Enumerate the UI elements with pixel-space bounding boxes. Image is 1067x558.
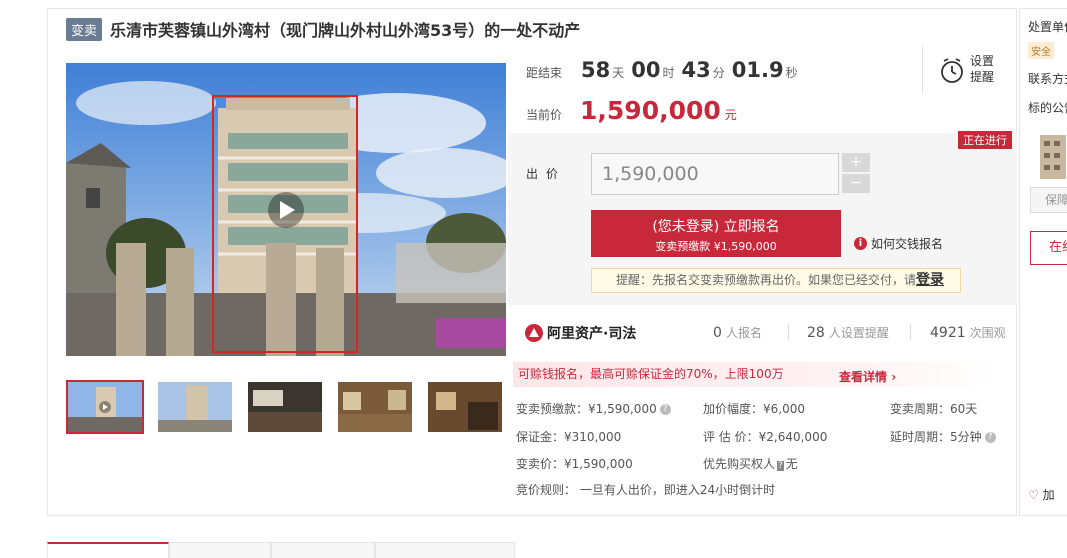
disposal-unit-label: 处置单位 (1028, 20, 1067, 34)
platform-logo: 阿里资产·司法 (524, 323, 636, 343)
set-reminder-label[interactable]: 设置 提醒 (970, 53, 1000, 85)
countdown: 距结束 58 天 00 时 43 分 01.9 秒 (526, 58, 802, 82)
thumbnail-2[interactable] (156, 380, 234, 434)
detail-delay-text: 延时周期：5分钟 (890, 430, 982, 444)
how-to-pay-link[interactable]: i 如何交钱报名 (854, 235, 943, 252)
current-price-value: 1,590,000 (580, 96, 721, 125)
stat-signups-unit: 人报名 (725, 326, 762, 340)
building-thumbnail (1036, 131, 1067, 182)
detail-period: 变卖周期：60天 (890, 402, 978, 416)
notice-text: 提醒：先报名交变卖预缴款再出价。如果您已经交付，请 (616, 273, 917, 287)
clock-icon[interactable] (940, 58, 964, 87)
thumbnail-strip (66, 380, 516, 434)
priority-help-badge[interactable]: ? (777, 461, 784, 471)
login-link[interactable]: 登录 (916, 272, 944, 288)
announcement-label[interactable]: 标的公告 (1028, 99, 1067, 116)
divider (788, 324, 789, 340)
detail-rules: 竞价规则： 一旦有人出价，即进入24小时倒计时 (516, 483, 776, 497)
register-button-deposit: 变卖预缴款 ¥1,590,000 (655, 240, 777, 253)
stat-signups-num: 0 (713, 325, 722, 341)
stat-signups: 0 人报名 (713, 324, 762, 341)
view-details-link[interactable]: 查看详情 › (839, 368, 896, 385)
help-icon[interactable]: ? (984, 432, 996, 443)
stat-reminders: 28 人设置提醒 (807, 324, 889, 341)
countdown-seconds: 01.9 (731, 58, 784, 82)
main-property-image[interactable] (66, 63, 506, 356)
tab-1[interactable] (47, 542, 169, 558)
detail-increment: 加价幅度：¥6,000 (703, 402, 805, 416)
countdown-hours-unit: 时 (662, 66, 675, 80)
thumbnail-3[interactable] (246, 380, 324, 434)
remind-line-2: 提醒 (970, 70, 995, 84)
stat-reminders-unit: 人设置提醒 (828, 326, 889, 340)
detail-sale-price: 变卖价：¥1,590,000 (516, 457, 633, 471)
online-button[interactable]: 在线 (1030, 231, 1067, 265)
countdown-days: 58 (581, 58, 611, 82)
countdown-hours: 00 (631, 58, 661, 82)
bottom-tabs (47, 542, 515, 558)
contact-label: 联系方式 (1028, 72, 1067, 86)
countdown-label: 距结束 (526, 66, 563, 80)
status-badge: 正在进行 (958, 131, 1012, 149)
bid-stepper: + − (842, 153, 870, 195)
stat-views-num: 4921 (930, 325, 966, 341)
countdown-minutes: 43 (681, 58, 711, 82)
stat-views-unit: 次围观 (969, 326, 1006, 340)
remind-line-1: 设置 (970, 54, 995, 68)
credit-promo-banner: 可赊钱报名，最高可赊保证金的70%，上限100万 (513, 362, 1000, 387)
countdown-seconds-unit: 秒 (785, 66, 798, 80)
tab-3[interactable] (271, 542, 375, 558)
guarantee-button[interactable]: 保障 (1030, 187, 1067, 213)
detail-delay: 延时周期：5分钟? (890, 428, 996, 445)
thumbnail-1[interactable] (66, 380, 144, 434)
increase-bid-button[interactable]: + (842, 153, 870, 172)
ali-logo-icon (525, 324, 543, 342)
divider (910, 324, 911, 340)
platform-name: 阿里资产·司法 (547, 326, 637, 342)
login-notice: 提醒：先报名交变卖预缴款再出价。如果您已经交付，请登录 (591, 268, 961, 293)
page-title: 乐清市芙蓉镇山外湾村（现门牌山外村山外湾53号）的一处不动产 (110, 21, 581, 40)
follow-label: 加 (1042, 488, 1055, 502)
bid-label: 出价 (526, 167, 567, 181)
countdown-days-unit: 天 (612, 66, 625, 80)
priority-value: 无 (785, 457, 798, 471)
current-price-row: 当前价 1,590,000 元 (526, 96, 737, 125)
detail-appraisal: 评 估 价：¥2,640,000 (703, 430, 828, 444)
follow-button[interactable]: ♡ 加 (1028, 486, 1055, 503)
register-button-label: (您未登录) 立即报名 (652, 219, 780, 235)
priority-label: 优先购买权人 (703, 457, 776, 471)
tab-2[interactable] (169, 542, 271, 558)
help-icon[interactable]: ? (659, 404, 671, 415)
right-side-panel: 处置单位 安全 联系方式 标的公告 保障 在线 ♡ 加 (1019, 8, 1067, 516)
register-button[interactable]: (您未登录) 立即报名 变卖预缴款 ¥1,590,000 (591, 210, 841, 257)
current-price-unit: 元 (724, 108, 737, 122)
info-icon: i (854, 237, 867, 250)
chevron-right-icon: › (891, 370, 897, 384)
bid-input[interactable]: 1,590,000 (591, 153, 839, 195)
security-badge: 安全 (1028, 42, 1054, 59)
detail-deposit-prepay-text: 变卖预缴款：¥1,590,000 (516, 402, 657, 416)
stat-reminders-num: 28 (807, 325, 825, 341)
how-to-pay-label: 如何交钱报名 (871, 237, 944, 251)
title-row: 变卖 乐清市芙蓉镇山外湾村（现门牌山外村山外湾53号）的一处不动产 (66, 17, 580, 41)
stat-views: 4921 次围观 (930, 324, 1006, 341)
platform-row: 阿里资产·司法 (524, 323, 636, 343)
detail-priority: 优先购买权人? 无 (703, 455, 798, 472)
sale-type-tag: 变卖 (66, 17, 103, 41)
promo-text: 可赊钱报名，最高可赊保证金的70%，上限100万 (518, 367, 784, 381)
heart-icon: ♡ (1028, 488, 1039, 502)
detail-bond: 保证金：¥310,000 (516, 430, 622, 444)
countdown-minutes-unit: 分 (712, 66, 725, 80)
tab-4[interactable] (375, 542, 515, 558)
detail-deposit-prepay: 变卖预缴款：¥1,590,000? (516, 400, 671, 417)
thumbnail-4[interactable] (336, 380, 414, 434)
view-details-label: 查看详情 (839, 370, 888, 384)
thumbnail-5[interactable] (426, 380, 504, 434)
decrease-bid-button[interactable]: − (842, 174, 870, 193)
current-price-label: 当前价 (526, 108, 563, 122)
